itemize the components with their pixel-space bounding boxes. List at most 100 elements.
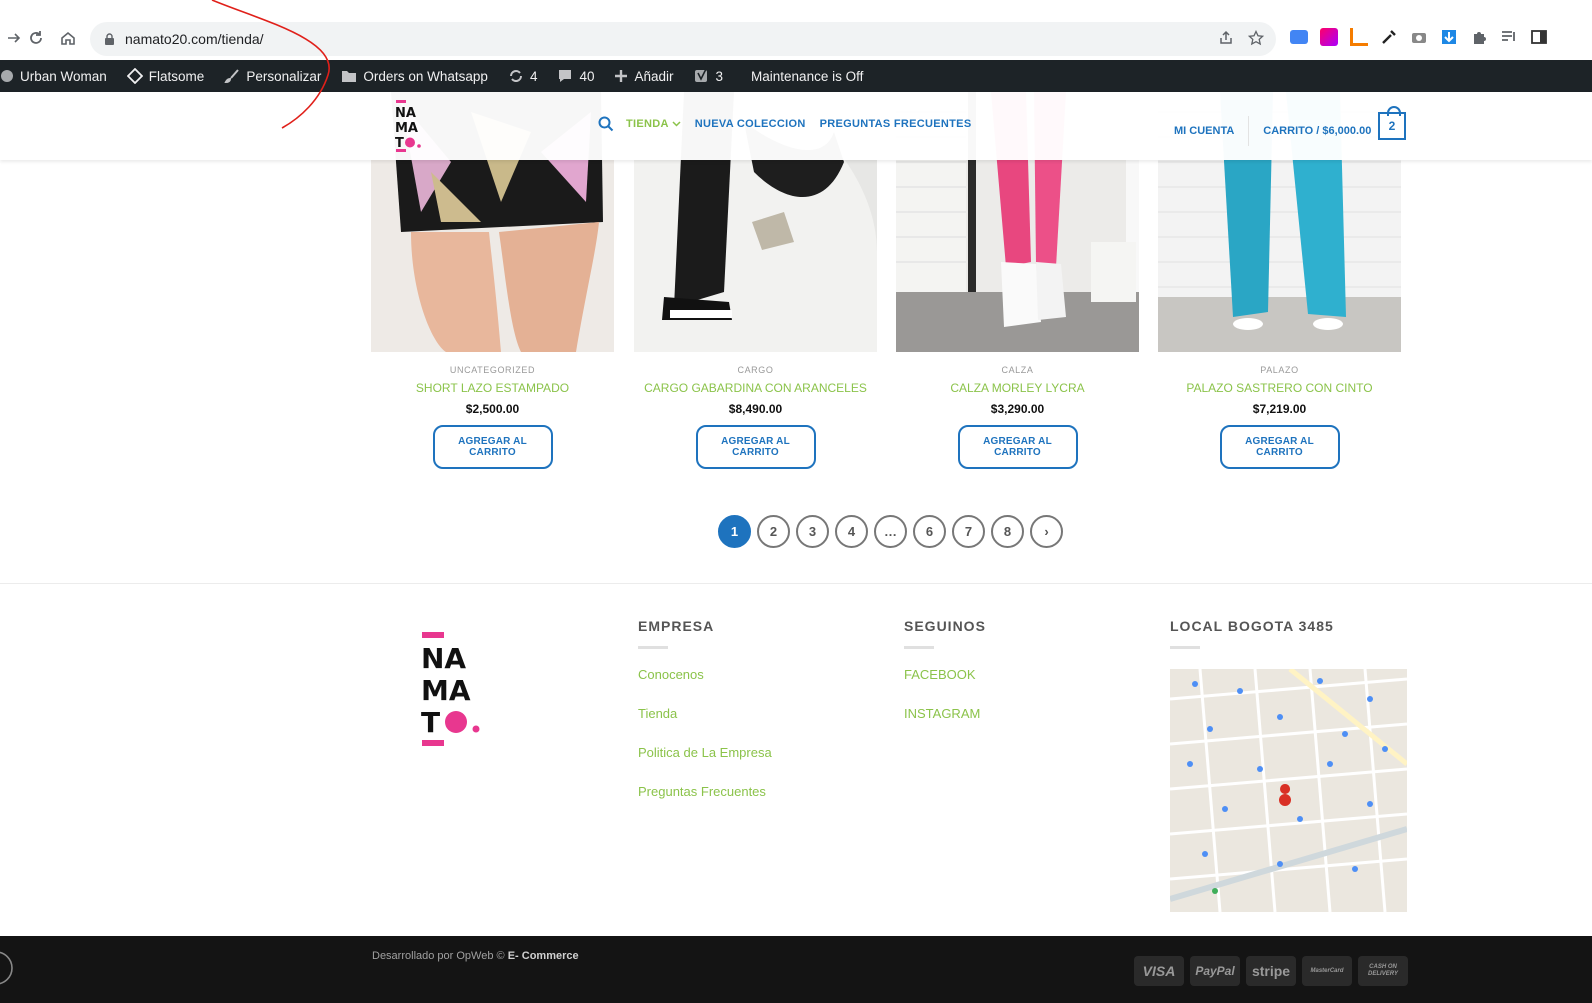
page-3[interactable]: 3 [796,515,829,548]
visa-icon: VISA [1134,956,1184,986]
product-title[interactable]: PALAZO SASTRERO CON CINTO [1158,381,1401,395]
share-icon[interactable] [1218,30,1234,46]
updates-count: 4 [529,68,538,84]
page-2[interactable]: 2 [757,515,790,548]
search-icon[interactable] [598,116,614,132]
scroll-to-top-icon[interactable] [0,950,14,986]
nav-preguntas-frecuentes[interactable]: PREGUNTAS FRECUENTES [820,118,972,130]
footer-heading-underline [638,646,668,649]
home-icon[interactable] [54,24,82,52]
updates-icon [509,70,522,82]
cart-count-badge[interactable]: 2 [1378,106,1406,140]
footer-column-local: LOCAL BOGOTA 3485 [1170,618,1334,649]
my-account-link[interactable]: MI CUENTA [1174,125,1234,137]
admin-updates[interactable]: 4 [498,60,548,92]
add-to-cart-button[interactable]: AGREGAR AL CARRITO [432,425,553,469]
product-category[interactable]: CARGO [634,365,877,375]
add-to-cart-button[interactable]: AGREGAR AL CARRITO [1219,425,1340,469]
flatsome-label: Flatsome [148,68,205,84]
footer-bottom-bar: Desarrollado por OpWeb © E- Commerce VIS… [0,936,1592,1003]
page-4[interactable]: 4 [835,515,868,548]
cart-link[interactable]: CARRITO / $6,000.00 [1263,125,1371,137]
footer-column-seguinos: SEGUINOS FACEBOOK INSTAGRAM [904,618,986,721]
footer-separator [0,583,1592,584]
flatsome-icon [126,68,143,84]
product-price: $3,290.00 [990,402,1045,416]
bookmark-star-icon[interactable] [1248,30,1264,46]
add-to-cart-button[interactable]: AGREGAR AL CARRITO [695,425,816,469]
footer-link-instagram[interactable]: INSTAGRAM [904,706,986,721]
lock-icon [105,32,114,45]
header-right-nav: MI CUENTA CARRITO / $6,000.00 [1174,116,1371,146]
page-6[interactable]: 6 [913,515,946,548]
product-title[interactable]: SHORT LAZO ESTAMPADO [371,381,614,395]
comment-icon [559,70,572,82]
cash-on-delivery-icon: CASH ON DELIVERY [1358,956,1408,986]
footer-link-preguntas[interactable]: Preguntas Frecuentes [638,784,772,799]
add-new-label: Añadir [634,68,674,84]
mastercard-icon: MasterCard [1302,956,1352,986]
stripe-icon: stripe [1246,956,1296,986]
page-7[interactable]: 7 [952,515,985,548]
nav-nueva-coleccion[interactable]: NUEVA COLECCION [695,118,806,130]
admin-site-name[interactable]: Urban Woman [0,60,117,92]
admin-orders-whatsapp[interactable]: Orders on Whatsapp [331,60,498,92]
main-navigation: TIENDA NUEVA COLECCION PREGUNTAS FRECUEN… [598,116,971,132]
product-category[interactable]: UNCATEGORIZED [371,365,614,375]
product-category[interactable]: PALAZO [1158,365,1401,375]
pagination: 1 2 3 4 … 6 7 8 › [718,515,1063,548]
footer-link-tienda[interactable]: Tienda [638,706,772,721]
page-ellipsis: … [874,515,907,548]
footer-logo-line-1: NA [421,642,466,675]
product-title[interactable]: CALZA MORLEY LYCRA [896,381,1139,395]
footer-heading: SEGUINOS [904,618,986,634]
admin-comments[interactable]: 40 [547,60,604,92]
admin-maintenance[interactable]: Maintenance is Off [741,60,873,92]
maintenance-label: Maintenance is Off [751,68,864,84]
download-extension-icon[interactable] [1440,28,1458,46]
yoast-icon [694,68,707,82]
location-map[interactable] [1170,669,1407,912]
gradient-extension-icon[interactable] [1320,28,1338,46]
footer-logo[interactable]: NA MA T [420,630,484,748]
admin-add-new[interactable]: Añadir [604,60,683,92]
comments-count: 40 [579,68,595,84]
footer-link-facebook[interactable]: FACEBOOK [904,667,986,682]
chevron-down-icon [672,121,681,127]
paypal-icon: PayPal [1190,956,1240,986]
translate-extension-icon[interactable] [1290,30,1308,44]
footer-link-politica[interactable]: Politica de La Empresa [638,745,772,760]
footer-link-conocenos[interactable]: Conocenos [638,667,772,682]
product-title[interactable]: CARGO GABARDINA CON ARANCELES [634,381,877,395]
site-logo[interactable]: NA MA T [394,98,426,152]
admin-yoast[interactable]: 3 [684,60,734,92]
red-annotation-stroke [211,0,330,129]
footer-heading-underline [904,646,934,649]
orders-label: Orders on Whatsapp [363,68,488,84]
product-price: $8,490.00 [728,402,783,416]
product-price: $2,500.00 [465,402,520,416]
sidebar-toggle-icon[interactable] [1530,28,1548,46]
logo-line-2: MA [395,121,418,136]
footer-heading: LOCAL BOGOTA 3485 [1170,618,1334,634]
credit-suffix[interactable]: E- Commerce [508,950,579,962]
footer-heading-underline [1170,646,1200,649]
credit-prefix: Desarrollado por OpWeb © [372,950,505,962]
media-queue-icon[interactable] [1500,28,1518,46]
yoast-count: 3 [715,68,724,84]
page-1[interactable]: 1 [718,515,751,548]
page-8[interactable]: 8 [991,515,1024,548]
credit-text: Desarrollado por OpWeb © E- Commerce [372,950,579,962]
eyedropper-extension-icon[interactable] [1380,28,1398,46]
camera-extension-icon[interactable] [1410,28,1428,46]
nav-tienda[interactable]: TIENDA [626,118,681,130]
product-category[interactable]: CALZA [896,365,1139,375]
reload-icon[interactable] [22,24,50,52]
ruler-extension-icon[interactable] [1350,28,1368,46]
folder-icon [342,71,357,82]
svg-text:T: T [421,706,440,739]
next-page-button[interactable]: › [1030,515,1063,548]
add-to-cart-button[interactable]: AGREGAR AL CARRITO [957,425,1078,469]
site-name-label: Urban Woman [20,68,107,84]
puzzle-extensions-icon[interactable] [1470,28,1488,46]
